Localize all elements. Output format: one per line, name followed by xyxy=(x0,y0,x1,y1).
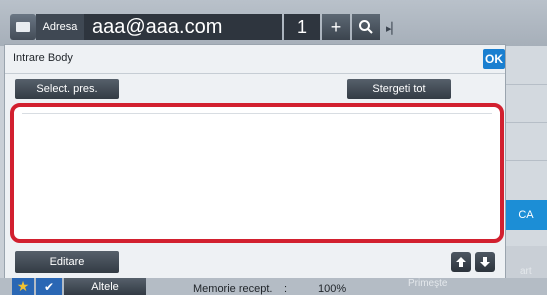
select-preset-button[interactable]: Select. pres. xyxy=(15,79,119,99)
search-button[interactable] xyxy=(352,14,380,40)
recipient-count: 1 xyxy=(284,14,320,40)
address-label[interactable]: Adresa xyxy=(36,14,84,40)
next-icon[interactable]: ▸▏ xyxy=(384,18,402,38)
text-area-rule xyxy=(22,113,492,114)
edit-button[interactable]: Editare xyxy=(15,251,119,273)
ca-button[interactable]: CA xyxy=(505,200,547,230)
add-address-button[interactable]: + xyxy=(322,14,350,40)
arrow-up-icon xyxy=(456,257,466,267)
check-icon: ✔ xyxy=(43,279,55,294)
star-icon: ★ xyxy=(16,278,30,294)
title-divider xyxy=(5,73,505,74)
address-book-button[interactable] xyxy=(10,14,36,40)
background-divider xyxy=(505,160,547,161)
address-field[interactable]: aaa@aaa.com xyxy=(84,14,282,40)
receive-label: Primeşte xyxy=(408,278,448,289)
body-input-dialog: Intrare Body OK Select. pres. Stergeti t… xyxy=(4,44,506,284)
address-book-icon xyxy=(16,22,30,32)
background-divider xyxy=(505,84,547,85)
dialog-title: Intrare Body xyxy=(13,52,73,64)
other-button[interactable]: Altele xyxy=(64,278,146,295)
background-divider xyxy=(505,122,547,123)
arrow-down-icon xyxy=(480,257,490,267)
start-button-label: art xyxy=(520,266,532,277)
scroll-down-button[interactable] xyxy=(475,252,495,272)
ok-button[interactable]: OK xyxy=(483,49,505,69)
memory-value: 100% xyxy=(318,283,347,295)
clear-all-button[interactable]: Stergeti tot xyxy=(347,79,451,99)
favorite-button[interactable]: ★ xyxy=(12,278,34,295)
body-text-area[interactable] xyxy=(10,103,504,243)
memory-colon: : xyxy=(284,283,288,295)
scroll-up-button[interactable] xyxy=(451,252,471,272)
check-button[interactable]: ✔ xyxy=(36,278,62,295)
search-icon xyxy=(359,20,373,34)
memory-label: Memorie recept. xyxy=(193,283,273,295)
